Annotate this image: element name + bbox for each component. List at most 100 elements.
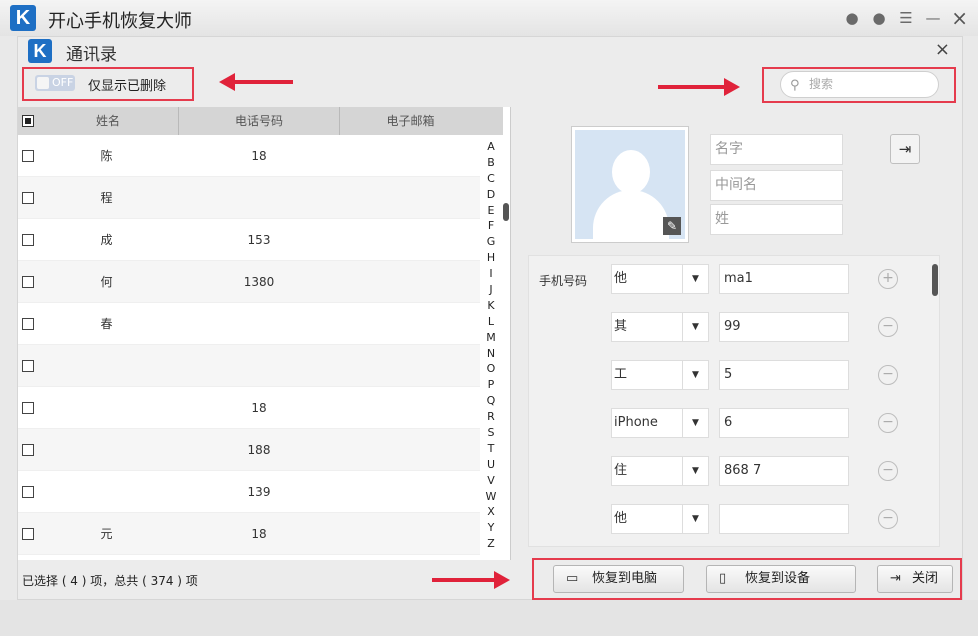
close-button[interactable]: ⇥ 关闭: [877, 565, 953, 593]
app-logo: K: [10, 5, 36, 31]
cell-phone: 139: [247, 484, 271, 499]
table-row[interactable]: 139: [18, 471, 480, 513]
dialog-close-icon[interactable]: ×: [935, 39, 950, 60]
alpha-letter[interactable]: H: [484, 250, 498, 266]
phone-type-select[interactable]: 他 ▼: [611, 504, 709, 534]
table-row[interactable]: 18: [18, 387, 480, 429]
table-header: 姓名 电话号码 电子邮箱: [18, 107, 503, 135]
menu-icon[interactable]: ☰: [897, 9, 915, 27]
table-row[interactable]: 何 1380: [18, 261, 480, 303]
alpha-letter[interactable]: M: [484, 330, 498, 346]
alpha-letter[interactable]: O: [484, 361, 498, 377]
phone-type-select[interactable]: 工 ▼: [611, 360, 709, 390]
alpha-letter[interactable]: I: [484, 266, 498, 282]
table-row[interactable]: 春: [18, 303, 480, 345]
chevron-down-icon: ▼: [682, 361, 708, 389]
alpha-letter[interactable]: Z: [484, 536, 498, 552]
row-checkbox[interactable]: [22, 233, 34, 246]
restore-to-device-button[interactable]: ▯ 恢复到设备: [706, 565, 856, 593]
add-phone-icon[interactable]: +: [878, 269, 898, 289]
alpha-letter[interactable]: E: [484, 203, 498, 219]
phone-row: iPhone ▼ 6 −: [529, 408, 929, 440]
alpha-letter[interactable]: C: [484, 171, 498, 187]
chat-icon[interactable]: ●: [870, 9, 888, 27]
alpha-letter[interactable]: S: [484, 425, 498, 441]
cell-phone: 18: [251, 526, 267, 541]
deleted-only-toggle[interactable]: OFF: [35, 75, 75, 91]
row-checkbox[interactable]: [22, 275, 34, 288]
alpha-letter[interactable]: P: [484, 377, 498, 393]
phone-type-select[interactable]: 其 ▼: [611, 312, 709, 342]
phone-row: 工 ▼ 5 −: [529, 360, 929, 392]
minimize-icon[interactable]: —: [924, 9, 942, 27]
alpha-letter[interactable]: T: [484, 441, 498, 457]
alpha-letter[interactable]: D: [484, 187, 498, 203]
cell-name: 程: [100, 191, 113, 205]
row-checkbox[interactable]: [22, 149, 34, 162]
restore-to-pc-button[interactable]: ▭ 恢复到电脑: [553, 565, 684, 593]
alpha-letter[interactable]: W: [484, 489, 498, 505]
column-header-phone[interactable]: 电话号码: [179, 107, 340, 135]
alpha-letter[interactable]: R: [484, 409, 498, 425]
alpha-letter[interactable]: U: [484, 457, 498, 473]
table-scrollbar[interactable]: [503, 203, 509, 221]
search-input[interactable]: ⚲ 搜索: [780, 71, 939, 98]
last-name-field[interactable]: 姓: [710, 204, 843, 235]
chevron-down-icon: ▼: [682, 409, 708, 437]
close-label: 关闭: [912, 571, 939, 586]
remove-phone-icon[interactable]: −: [878, 317, 898, 337]
table-row[interactable]: 程: [18, 177, 480, 219]
alpha-letter[interactable]: F: [484, 218, 498, 234]
row-checkbox[interactable]: [22, 191, 34, 204]
remove-phone-icon[interactable]: −: [878, 509, 898, 529]
alpha-letter[interactable]: K: [484, 298, 498, 314]
phone-row: 住 ▼ 868 7 −: [529, 456, 929, 488]
table-row[interactable]: 元 18: [18, 513, 480, 555]
alpha-letter[interactable]: J: [484, 282, 498, 298]
alpha-letter[interactable]: L: [484, 314, 498, 330]
cell-name: 元: [100, 527, 113, 541]
alpha-letter[interactable]: G: [484, 234, 498, 250]
alpha-letter[interactable]: X: [484, 504, 498, 520]
first-name-field[interactable]: 名字: [710, 134, 843, 165]
table-row[interactable]: 成 153: [18, 219, 480, 261]
alpha-letter[interactable]: B: [484, 155, 498, 171]
row-checkbox[interactable]: [22, 317, 34, 330]
alpha-letter[interactable]: Y: [484, 520, 498, 536]
remove-phone-icon[interactable]: −: [878, 413, 898, 433]
remove-phone-icon[interactable]: −: [878, 461, 898, 481]
edit-photo-icon[interactable]: ✎: [663, 217, 681, 235]
phone-type-select[interactable]: 住 ▼: [611, 456, 709, 486]
column-header-email[interactable]: 电子邮箱: [340, 107, 481, 135]
row-checkbox[interactable]: [22, 359, 34, 372]
remove-phone-icon[interactable]: −: [878, 365, 898, 385]
wechat-icon[interactable]: ●: [843, 9, 861, 27]
row-checkbox[interactable]: [22, 485, 34, 498]
phone-value-field[interactable]: 5: [719, 360, 849, 390]
phone-type-select[interactable]: iPhone ▼: [611, 408, 709, 438]
row-checkbox[interactable]: [22, 443, 34, 456]
table-row[interactable]: 陈 18: [18, 135, 480, 177]
phone-value-field[interactable]: 868 7: [719, 456, 849, 486]
alpha-letter[interactable]: V: [484, 473, 498, 489]
alpha-letter[interactable]: N: [484, 346, 498, 362]
table-row[interactable]: 188: [18, 429, 480, 471]
select-all-checkbox[interactable]: [22, 115, 34, 127]
phone-type-select[interactable]: 他 ▼: [611, 264, 709, 294]
table-row[interactable]: [18, 345, 480, 387]
phone-value-field[interactable]: ma1: [719, 264, 849, 294]
row-checkbox[interactable]: [22, 401, 34, 414]
phone-value-field[interactable]: 6: [719, 408, 849, 438]
phone-type: 工: [614, 367, 628, 382]
phone-value-field[interactable]: 99: [719, 312, 849, 342]
alpha-letter[interactable]: Q: [484, 393, 498, 409]
app-close-icon[interactable]: ×: [951, 6, 968, 30]
row-checkbox[interactable]: [22, 527, 34, 540]
alpha-letter[interactable]: A: [484, 139, 498, 155]
phone-scrollbar[interactable]: [932, 264, 938, 296]
export-contact-icon[interactable]: ⇥: [890, 134, 920, 164]
column-header-name[interactable]: 姓名: [38, 107, 179, 135]
phone-value-field[interactable]: [719, 504, 849, 534]
annotation-arrow-left: [219, 73, 293, 91]
middle-name-field[interactable]: 中间名: [710, 170, 843, 201]
